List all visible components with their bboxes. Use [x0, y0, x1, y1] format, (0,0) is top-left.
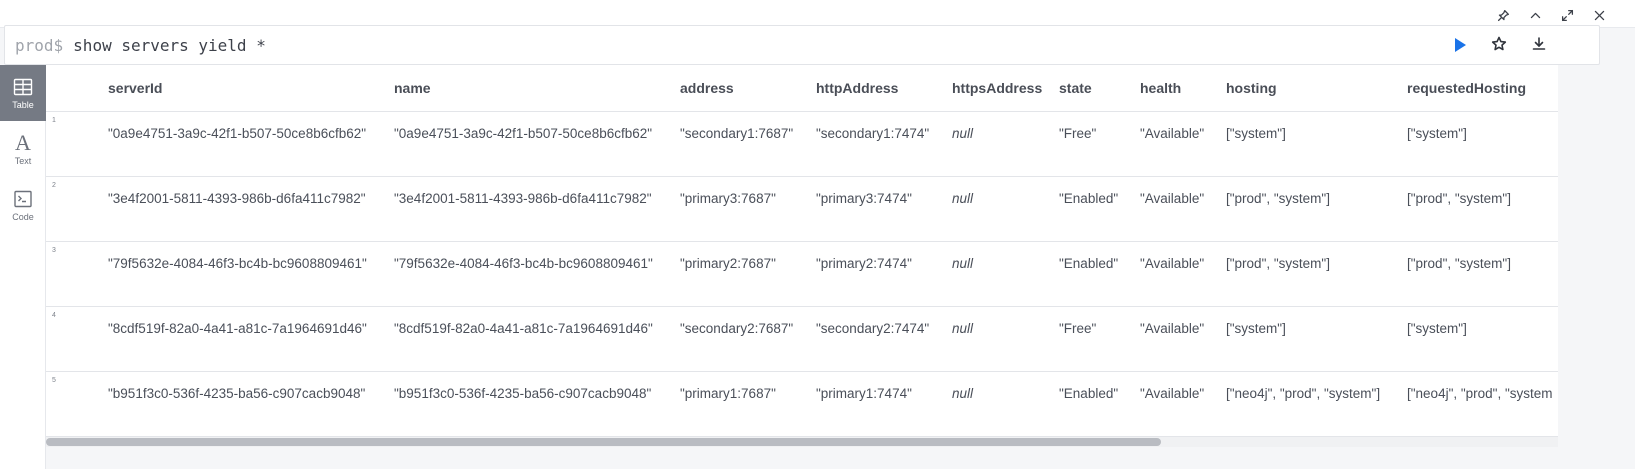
view-table-button[interactable]: Table	[0, 65, 46, 121]
cell-name: "b951f3c0-536f-4235-ba56-c907cacb9048"	[394, 385, 652, 401]
pin-button[interactable]	[1487, 4, 1519, 26]
view-code-label: Code	[12, 212, 34, 222]
cell-httpAddress: "secondary2:7474"	[816, 320, 930, 336]
pin-icon	[1497, 9, 1509, 21]
cell-health: "Available"	[1140, 320, 1205, 336]
collapse-icon	[1530, 12, 1540, 18]
row-number: 5	[52, 376, 56, 384]
cell-hosting: ["neo4j", "prod", "system"]	[1226, 385, 1381, 401]
horizontal-scrollbar[interactable]	[46, 437, 1558, 447]
cell-state: "Enabled"	[1059, 190, 1119, 206]
cell-httpAddress: "secondary1:7474"	[816, 125, 930, 141]
cell-httpsAddress: null	[952, 385, 974, 401]
cell-httpAddress: "primary1:7474"	[816, 385, 912, 401]
cell-hosting: ["system"]	[1226, 125, 1286, 141]
row-number: 2	[52, 181, 56, 189]
cell-address: "secondary1:7687"	[680, 125, 794, 141]
cell-health: "Available"	[1140, 255, 1205, 271]
view-table-label: Table	[12, 100, 34, 110]
table-row: 5 "b951f3c0-536f-4235-ba56-c907cacb9048"…	[46, 371, 1558, 436]
collapse-button[interactable]	[1519, 4, 1551, 26]
table-icon	[13, 78, 33, 96]
cell-serverId: "0a9e4751-3a9c-42f1-b507-50ce8b6cfb62"	[108, 125, 367, 141]
code-icon	[14, 190, 32, 208]
row-number: 3	[52, 246, 56, 254]
cell-serverId: "b951f3c0-536f-4235-ba56-c907cacb9048"	[108, 385, 366, 401]
cell-httpsAddress: null	[952, 320, 974, 336]
cell-httpsAddress: null	[952, 190, 974, 206]
cell-hosting: ["system"]	[1226, 320, 1286, 336]
cell-requestedHosting: ["prod", "system"]	[1407, 255, 1511, 271]
cell-requestedHosting: ["system"]	[1407, 125, 1467, 141]
view-switcher: Table A Text Code	[0, 65, 46, 469]
fullscreen-icon	[1561, 9, 1573, 21]
cell-requestedHosting: ["prod", "system"]	[1407, 190, 1511, 206]
cell-name: "8cdf519f-82a0-4a41-a81c-7a1964691d46"	[394, 320, 653, 336]
row-number: 4	[52, 311, 56, 319]
table-row: 2 "3e4f2001-5811-4393-986b-d6fa411c7982"…	[46, 176, 1558, 241]
view-text-button[interactable]: A Text	[0, 121, 46, 177]
view-text-label: Text	[14, 156, 32, 166]
cell-serverId: "3e4f2001-5811-4393-986b-d6fa411c7982"	[108, 190, 366, 206]
cell-serverId: "79f5632e-4084-46f3-bc4b-bc9608809461"	[108, 255, 367, 271]
cell-health: "Available"	[1140, 190, 1205, 206]
cell-serverId: "8cdf519f-82a0-4a41-a81c-7a1964691d46"	[108, 320, 367, 336]
table-row: 1 "0a9e4751-3a9c-42f1-b507-50ce8b6cfb62"…	[46, 111, 1558, 176]
table-header-row: serverId name address httpAddress httpsA…	[46, 65, 1558, 112]
header-rownum	[46, 65, 108, 112]
cell-name: "3e4f2001-5811-4393-986b-d6fa411c7982"	[394, 190, 652, 206]
star-icon	[1491, 36, 1507, 51]
cell-state: "Free"	[1059, 320, 1097, 336]
play-icon	[1455, 38, 1466, 52]
cell-health: "Available"	[1140, 125, 1205, 141]
header-httpsAddress: httpsAddress	[952, 65, 1059, 112]
cell-address: "primary1:7687"	[680, 385, 776, 401]
header-serverId: serverId	[108, 65, 394, 112]
cell-state: "Enabled"	[1059, 255, 1119, 271]
fullscreen-button[interactable]	[1551, 4, 1583, 26]
header-httpAddress: httpAddress	[816, 65, 952, 112]
text-icon: A	[15, 130, 31, 155]
header-name: name	[394, 65, 680, 112]
cell-requestedHosting: ["system"]	[1407, 320, 1467, 336]
query-editor[interactable]: prod$ show servers yield *	[4, 25, 1600, 65]
cell-httpAddress: "primary2:7474"	[816, 255, 912, 271]
database-prompt: prod$	[15, 35, 64, 55]
header-state: state	[1059, 65, 1140, 112]
cell-hosting: ["prod", "system"]	[1226, 190, 1330, 206]
cell-health: "Available"	[1140, 385, 1205, 401]
header-requestedHosting: requestedHosting	[1407, 65, 1558, 112]
result-table-container[interactable]: serverId name address httpAddress httpsA…	[46, 65, 1558, 442]
download-button[interactable]	[1531, 36, 1549, 54]
cell-httpsAddress: null	[952, 125, 974, 141]
table-row: 3 "79f5632e-4084-46f3-bc4b-bc9608809461"…	[46, 241, 1558, 306]
cell-state: "Free"	[1059, 125, 1097, 141]
cell-address: "primary2:7687"	[680, 255, 776, 271]
header-health: health	[1140, 65, 1226, 112]
header-address: address	[680, 65, 816, 112]
cell-hosting: ["prod", "system"]	[1226, 255, 1330, 271]
table-row: 4 "8cdf519f-82a0-4a41-a81c-7a1964691d46"…	[46, 306, 1558, 371]
close-button[interactable]	[1583, 4, 1615, 26]
scrollbar-thumb[interactable]	[46, 438, 1161, 446]
view-code-button[interactable]: Code	[0, 177, 46, 233]
row-number: 1	[52, 116, 56, 124]
close-icon	[1594, 10, 1604, 20]
cell-address: "secondary2:7687"	[680, 320, 794, 336]
header-hosting: hosting	[1226, 65, 1407, 112]
query-text[interactable]: show servers yield *	[73, 36, 266, 55]
favorite-button[interactable]	[1491, 36, 1509, 54]
cell-name: "0a9e4751-3a9c-42f1-b507-50ce8b6cfb62"	[394, 125, 653, 141]
cell-requestedHosting: ["neo4j", "prod", "system	[1407, 385, 1553, 401]
cell-httpsAddress: null	[952, 255, 974, 271]
run-button[interactable]	[1451, 36, 1469, 54]
cell-httpAddress: "primary3:7474"	[816, 190, 912, 206]
window-controls	[1487, 4, 1615, 26]
result-table: serverId name address httpAddress httpsA…	[46, 65, 1558, 437]
cell-address: "primary3:7687"	[680, 190, 776, 206]
cell-state: "Enabled"	[1059, 385, 1119, 401]
cell-name: "79f5632e-4084-46f3-bc4b-bc9608809461"	[394, 255, 653, 271]
right-gutter	[1558, 65, 1635, 469]
download-icon	[1532, 37, 1546, 50]
